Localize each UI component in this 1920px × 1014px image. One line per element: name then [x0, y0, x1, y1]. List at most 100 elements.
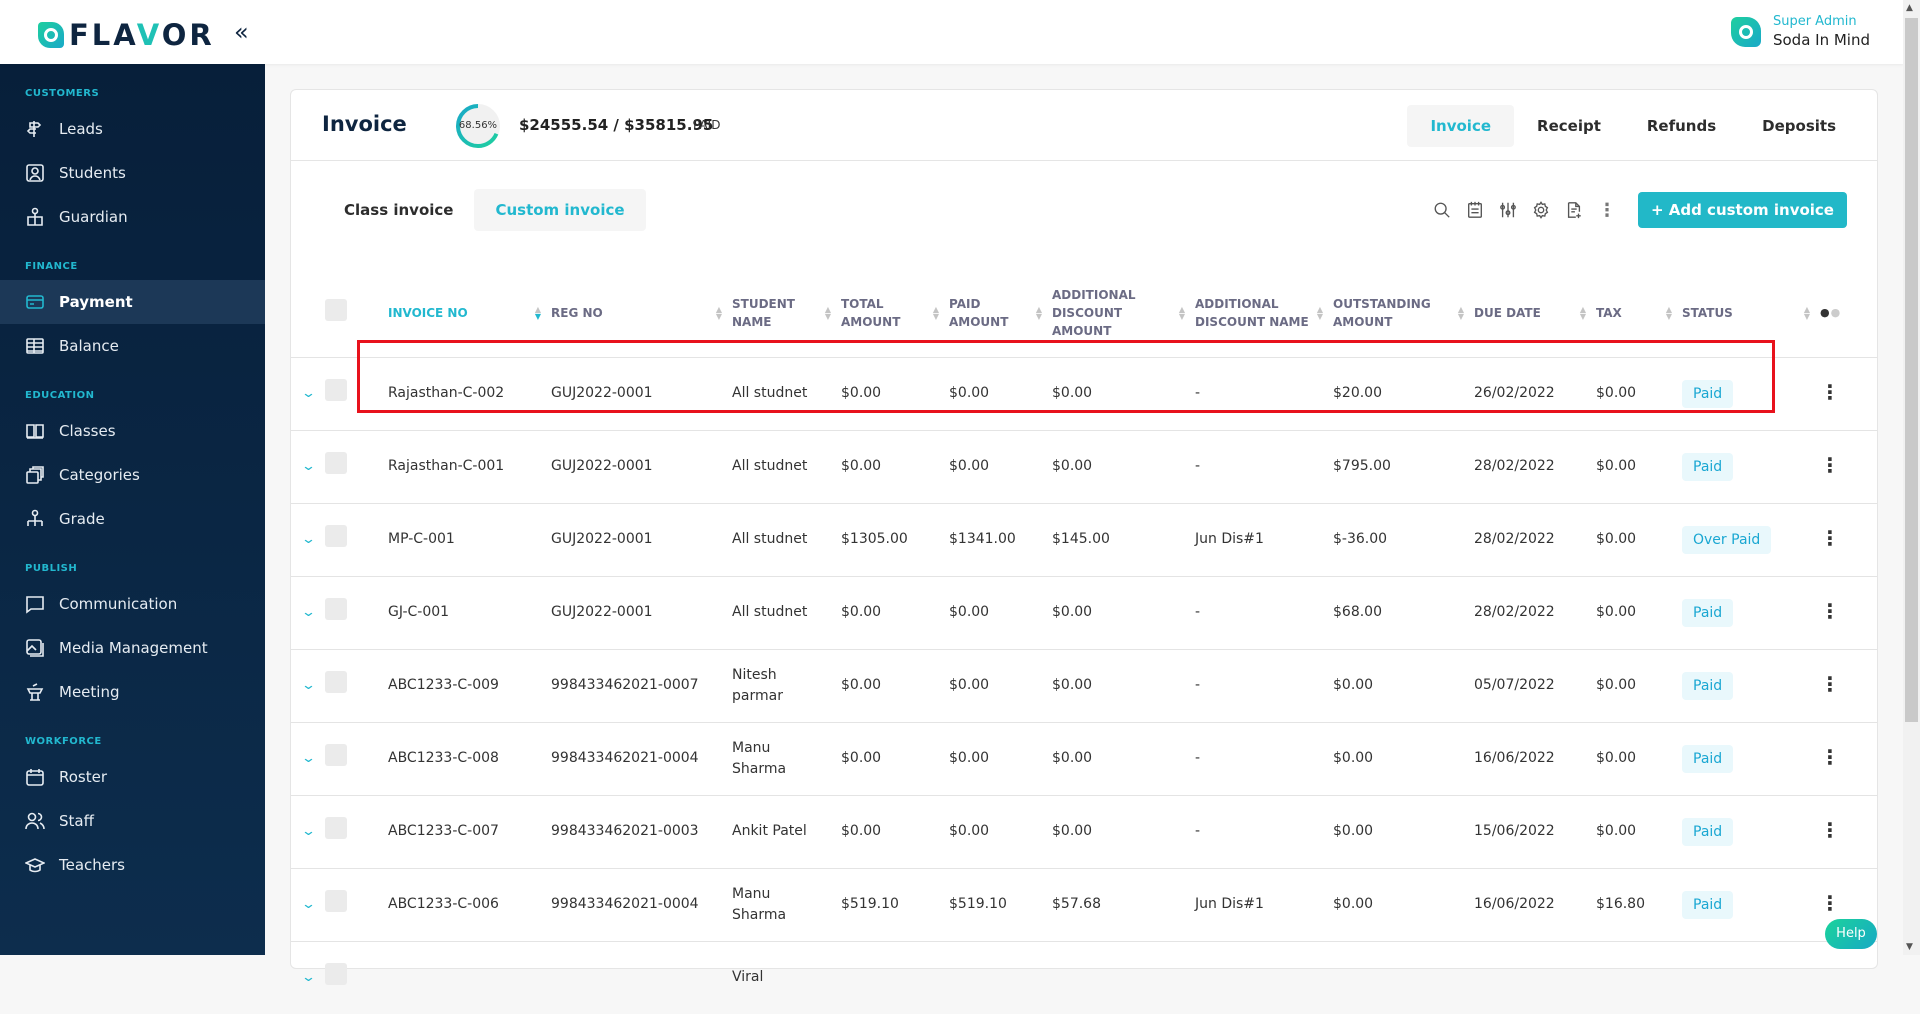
row-actions-menu-icon[interactable]: ⋮ [1820, 672, 1840, 696]
row-checkbox[interactable] [325, 452, 347, 474]
tab-class-invoice[interactable]: Class invoice [323, 189, 474, 231]
scroll-down-icon[interactable]: ▼ [1906, 942, 1913, 952]
row-checkbox[interactable] [325, 963, 347, 986]
expand-row-chevron-icon[interactable]: ⌄ [301, 967, 316, 988]
column-total-amount[interactable]: TOTAL AMOUNT ▲ ▼ [841, 269, 949, 357]
expand-row-chevron-icon[interactable]: ⌄ [301, 675, 316, 696]
expand-row-chevron-icon[interactable]: ⌄ [301, 821, 316, 842]
reg-no-cell: 998433462021-0003 [551, 794, 732, 868]
row-checkbox[interactable] [325, 379, 347, 401]
sidebar-item-payment[interactable]: Payment [0, 280, 265, 324]
brand-logo[interactable]: FLAVOR [38, 18, 215, 52]
scrollbar-thumb[interactable] [1905, 18, 1918, 722]
sort-icon[interactable]: ▲ ▼ [933, 305, 939, 320]
sidebar-item-leads[interactable]: Leads [0, 107, 265, 151]
sidebar-item-classes[interactable]: Classes [0, 409, 265, 453]
row-checkbox[interactable] [325, 744, 347, 766]
sort-icon[interactable]: ▲ ▼ [716, 305, 722, 320]
table-row[interactable]: ⌄ Rajasthan-C-001 GUJ2022-0001 All studnet $… [291, 429, 1877, 503]
paid-amount-cell [949, 940, 1052, 1014]
scroll-up-icon[interactable]: ▲ [1906, 3, 1913, 13]
sidebar-item-media-management[interactable]: Media Management [0, 626, 265, 670]
notepad-icon[interactable] [1465, 200, 1485, 220]
row-actions-menu-icon[interactable]: ⋮ [1820, 818, 1840, 842]
row-actions-menu-icon[interactable]: ⋮ [1820, 453, 1840, 477]
sort-icon[interactable]: ▲ ▼ [1317, 305, 1323, 320]
add-custom-invoice-button[interactable]: + Add custom invoice [1637, 192, 1847, 228]
table-row[interactable]: ⌄ GJ-C-001 GUJ2022-0001 All studnet $0.00 $0.… [291, 575, 1877, 649]
expand-row-chevron-icon[interactable]: ⌄ [301, 456, 316, 477]
sidebar-item-staff[interactable]: Staff [0, 799, 265, 843]
sidebar-item-students[interactable]: Students [0, 151, 265, 195]
sort-icon[interactable]: ▲ ▼ [1580, 305, 1586, 320]
sidebar-item-roster[interactable]: Roster [0, 755, 265, 799]
sidebar-item-grade[interactable]: Grade [0, 497, 265, 541]
column-invoice-no[interactable]: INVOICE NO ▲ ▼ [388, 269, 551, 357]
invoice-no-cell: ABC1233-C-007 [388, 794, 551, 868]
column-additional-discount-name[interactable]: ADDITIONAL DISCOUNT NAME ▲ ▼ [1195, 269, 1333, 357]
row-actions-menu-icon[interactable]: ⋮ [1820, 599, 1840, 623]
tab-receipt[interactable]: Receipt [1514, 105, 1624, 147]
add-discount-name-cell: Jun Dis#1 [1195, 867, 1333, 941]
expand-row-chevron-icon[interactable]: ⌄ [301, 894, 316, 915]
tab-invoice[interactable]: Invoice [1407, 105, 1515, 147]
sidebar-item-meeting[interactable]: Meeting [0, 670, 265, 714]
table-row[interactable]: ⌄ ABC1233-C-008 998433462021-0004 Manu Shar… [291, 721, 1877, 795]
table-row[interactable]: ⌄ MP-C-001 GUJ2022-0001 All studnet $1305.00… [291, 502, 1877, 576]
sort-icon[interactable]: ▲ ▼ [1036, 305, 1042, 320]
expand-row-chevron-icon[interactable]: ⌄ [301, 748, 316, 769]
column-student-name[interactable]: STUDENT NAME ▲ ▼ [732, 269, 841, 357]
search-icon[interactable] [1432, 200, 1452, 220]
sort-icon[interactable]: ▲ ▼ [1666, 305, 1672, 320]
sort-icon[interactable]: ▲ ▼ [825, 305, 831, 320]
more-vertical-icon[interactable]: ⋮ [1597, 200, 1617, 221]
row-actions-menu-icon[interactable]: ⋮ [1820, 745, 1840, 769]
column-tax[interactable]: TAX ▲ ▼ [1596, 269, 1682, 357]
row-checkbox[interactable] [325, 890, 347, 912]
table-row[interactable]: ⌄ ABC1233-C-009 998433462021-0007 Nitesh pa… [291, 648, 1877, 722]
sort-icon[interactable]: ▲ ▼ [1179, 305, 1185, 320]
row-checkbox[interactable] [325, 817, 347, 839]
tab-refunds[interactable]: Refunds [1624, 105, 1739, 147]
column-status[interactable]: STATUS ▲ ▼ [1682, 269, 1820, 357]
row-checkbox[interactable] [325, 598, 347, 620]
column-due-date[interactable]: DUE DATE ▲ ▼ [1474, 269, 1596, 357]
expand-row-chevron-icon[interactable]: ⌄ [301, 383, 316, 404]
sidebar-item-balance[interactable]: Balance [0, 324, 265, 368]
settings-icon[interactable] [1531, 200, 1551, 220]
row-checkbox[interactable] [325, 671, 347, 693]
sidebar-item-categories[interactable]: Categories [0, 453, 265, 497]
expand-row-chevron-icon[interactable]: ⌄ [301, 529, 316, 550]
row-actions-menu-icon[interactable]: ⋮ [1820, 891, 1840, 915]
table-row[interactable]: ⌄ Viral [291, 940, 1877, 1014]
table-row[interactable]: ⌄ ABC1233-C-007 998433462021-0003 Ankit Pat… [291, 794, 1877, 868]
double-chevron-left-icon[interactable]: « [234, 18, 249, 46]
sidebar-item-teachers[interactable]: Teachers [0, 843, 265, 887]
table-row[interactable]: ⌄ ABC1233-C-006 998433462021-0004 Manu Shar… [291, 867, 1877, 941]
select-all-checkbox[interactable] [325, 299, 347, 322]
tab-deposits[interactable]: Deposits [1739, 105, 1859, 147]
sidebar-item-communication[interactable]: Communication [0, 582, 265, 626]
table-row[interactable]: ⌄ Rajasthan-C-002 GUJ2022-0001 All studnet $… [291, 356, 1877, 430]
row-checkbox[interactable] [325, 525, 347, 547]
expand-row-chevron-icon[interactable]: ⌄ [301, 602, 316, 623]
column-reg-no[interactable]: REG NO ▲ ▼ [551, 269, 732, 357]
page-scrollbar[interactable]: ▲ ▼ [1903, 0, 1920, 955]
row-actions-menu-icon[interactable]: ⋮ [1820, 526, 1840, 550]
student-name-cell: Manu Sharma [732, 867, 841, 941]
sort-icon[interactable]: ▲ ▼ [535, 305, 541, 320]
filter-sliders-icon[interactable] [1498, 200, 1518, 220]
sidebar-item-guardian[interactable]: Guardian [0, 195, 265, 239]
tab-custom-invoice[interactable]: Custom invoice [474, 189, 646, 231]
row-actions-menu-icon[interactable]: ⋮ [1820, 380, 1840, 404]
user-menu[interactable]: Super Admin Soda In Mind [1730, 14, 1870, 49]
column-paid-amount[interactable]: PAID AMOUNT ▲ ▼ [949, 269, 1052, 357]
help-button[interactable]: Help [1825, 919, 1877, 949]
column-toggle-icon[interactable]: ●● [1820, 306, 1841, 319]
sort-icon[interactable]: ▲ ▼ [1804, 305, 1810, 320]
sort-icon[interactable]: ▲ ▼ [1458, 305, 1464, 320]
column-additional-discount-amount[interactable]: ADDITIONAL DISCOUNT AMOUNT ▲ ▼ [1052, 269, 1195, 357]
column-outstanding-amount[interactable]: OUTSTANDING AMOUNT ▲ ▼ [1333, 269, 1474, 357]
export-document-icon[interactable] [1564, 200, 1584, 220]
paid-amount-cell: $0.00 [949, 721, 1052, 795]
